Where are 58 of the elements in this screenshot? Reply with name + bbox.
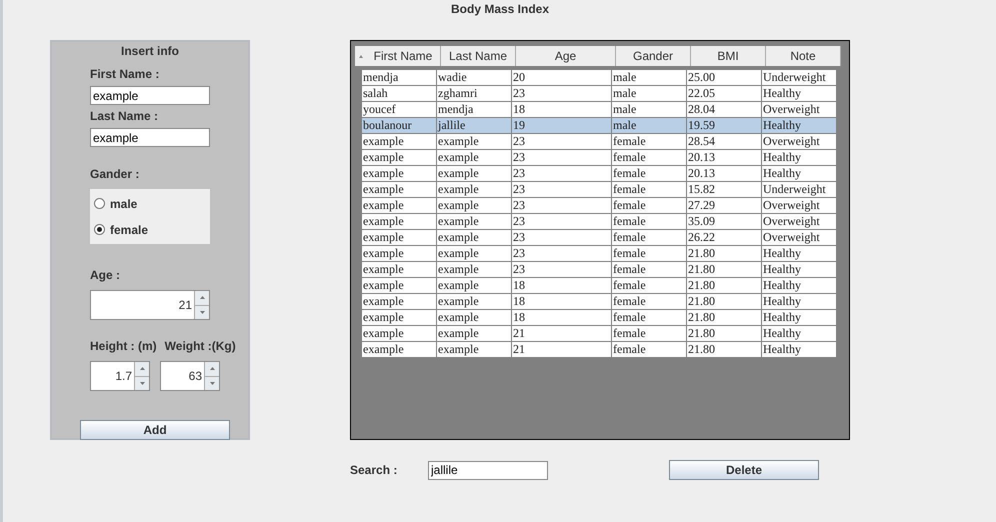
radio-button[interactable] [94,224,105,235]
column-header[interactable]: Age [516,46,616,66]
table-row[interactable]: boulanour jallile 19 male 19.59 Healthy [362,118,837,134]
panel-title: Insert info [120,43,180,60]
table-row[interactable]: example example 23 female 21.80 Healthy [362,246,837,262]
table-row[interactable]: example example 23 female 15.82 Underweight [362,182,837,198]
column-header[interactable]: Note [766,46,841,66]
up-arrow-icon[interactable] [210,367,214,370]
column-header[interactable]: BMI [691,46,766,66]
radio-option[interactable]: male [94,194,210,212]
table-cell: 21 [512,342,612,358]
table-row[interactable]: example example 23 female 21.80 Healthy [362,262,837,278]
table-row[interactable]: salah zghamri 23 male 22.05 Healthy [362,86,837,102]
table-cell: female [612,342,687,358]
table-cell: example [437,342,512,358]
table-cell: example [362,342,437,358]
up-arrow-icon[interactable] [140,367,144,370]
down-arrow-icon[interactable] [210,382,214,385]
down-arrow-icon[interactable] [140,382,144,385]
table-row[interactable]: example example 18 female 21.80 Healthy [362,310,837,326]
table-row[interactable]: youcef mendja 18 male 28.04 Overweight [362,102,837,118]
add-button[interactable]: Add [80,420,230,440]
table-cell: 21.80 [687,342,762,358]
column-header[interactable]: First Name [366,46,441,66]
table-row[interactable]: example example 23 female 28.54 Overweight [362,134,837,150]
field-label: Gander : [90,166,140,183]
table-row[interactable]: example example 21 female 21.80 Healthy [362,326,837,342]
column-header[interactable]: Last Name [441,46,516,66]
radio-option[interactable]: female [94,220,210,238]
table-row[interactable]: example example 18 female 21.80 Healthy [362,294,837,310]
down-arrow-icon[interactable] [200,310,204,314]
table-row[interactable]: mendja wadie 20 male 25.00 Underweight [362,70,837,86]
table-row[interactable]: example example 23 female 26.22 Overweight [362,230,837,246]
field-label: Height : (m) [90,338,157,355]
table-row[interactable]: example example 21 female 21.80 Healthy [362,342,837,358]
last-name-input[interactable]: example [90,128,210,147]
number-spinner[interactable]: 21 [90,290,210,320]
table-row[interactable]: example example 23 female 20.13 Healthy [362,166,837,182]
table-row[interactable]: example example 23 female 20.13 Healthy [362,150,837,166]
table-row[interactable]: example example 18 female 21.80 Healthy [362,278,837,294]
field-label: Age : [90,267,121,284]
number-spinner[interactable]: 1.7 [90,361,150,391]
field-label: Weight :(Kg) [164,338,236,355]
window-title: Body Mass Index [451,1,550,18]
up-arrow-icon[interactable] [200,296,204,300]
delete-button[interactable]: Delete [669,460,819,480]
sort-arrow-icon [358,54,362,58]
search-label: Search : [350,462,398,479]
table-row[interactable]: example example 23 female 27.29 Overweight [362,198,837,214]
field-label: First Name : [90,66,160,83]
column-header[interactable]: Gander [616,46,691,66]
table-row[interactable]: example example 23 female 35.09 Overweight [362,214,837,230]
radio-button[interactable] [94,198,105,209]
first-name-input[interactable]: example [90,86,210,105]
field-label: Last Name : [90,108,160,125]
search-input[interactable]: jallile [428,460,548,480]
table-cell: Healthy [762,342,837,358]
number-spinner[interactable]: 63 [160,361,220,391]
